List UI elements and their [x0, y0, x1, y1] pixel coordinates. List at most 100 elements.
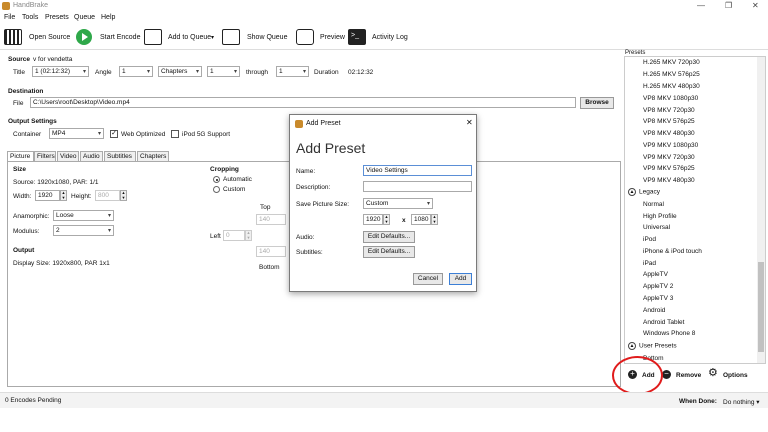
add-to-queue-button[interactable]: Add to Queue — [168, 34, 211, 41]
preset-category-legacy[interactable]: ▲ Legacy — [628, 188, 660, 196]
menu-help[interactable]: Help — [101, 14, 115, 21]
height-input[interactable]: 800 — [95, 190, 120, 201]
tab-audio[interactable]: Audio — [80, 151, 103, 161]
menu-queue[interactable]: Queue — [74, 14, 95, 21]
range-type-dropdown[interactable]: Chapters ▾ — [158, 66, 202, 77]
gear-icon[interactable]: ⚙ — [708, 368, 718, 379]
range-start-dropdown[interactable]: 1 ▾ — [207, 66, 240, 77]
menu-tools[interactable]: Tools — [22, 14, 38, 21]
preset-item[interactable]: VP8 MKV 1080p30 — [643, 95, 698, 102]
picture-width-spinner[interactable]: ▲ ▼ — [383, 214, 390, 225]
preset-category-user[interactable]: ▲ User Presets — [628, 342, 677, 350]
width-input[interactable]: 1920 — [35, 190, 60, 201]
add-to-queue-dropdown-icon[interactable]: ▾ — [211, 34, 214, 41]
dialog-add-button[interactable]: Add — [449, 273, 472, 285]
preset-item[interactable]: Normal — [643, 201, 664, 208]
encodes-pending: 0 Encodes Pending — [5, 397, 62, 404]
cancel-button[interactable]: Cancel — [413, 273, 443, 285]
preset-item[interactable]: Universal — [643, 224, 670, 231]
start-encode-button[interactable]: Start Encode — [100, 34, 140, 41]
container-dropdown[interactable]: MP4 ▾ — [49, 128, 104, 139]
terminal-icon[interactable]: >_ — [348, 29, 366, 45]
audio-edit-defaults-button[interactable]: Edit Defaults... — [363, 231, 415, 243]
preset-item[interactable]: H.265 MKV 576p25 — [643, 71, 700, 78]
title-dropdown[interactable]: 1 (02:12:32) ▾ — [32, 66, 89, 77]
source-resolution: Source: 1920x1080, PAR: 1/1 — [13, 179, 99, 186]
height-spinner[interactable]: ▲ ▼ — [120, 190, 127, 201]
maximize-button[interactable]: ❐ — [725, 1, 732, 10]
preset-item[interactable]: VP9 MKV 1080p30 — [643, 142, 698, 149]
add-to-queue-icon[interactable] — [144, 29, 162, 45]
minimize-button[interactable]: — — [697, 1, 705, 10]
preset-item[interactable]: Windows Phone 8 — [643, 330, 695, 337]
picture-height-spinner[interactable]: ▲ ▼ — [431, 214, 438, 225]
preset-item[interactable]: iPhone & iPod touch — [643, 248, 702, 255]
range-end-dropdown[interactable]: 1 ▾ — [276, 66, 309, 77]
open-source-button[interactable] — [4, 28, 24, 47]
preset-item[interactable]: H.265 MKV 720p30 — [643, 59, 700, 66]
ipod-support-checkbox[interactable] — [171, 130, 179, 138]
width-spinner[interactable]: ▲ ▼ — [60, 190, 67, 201]
show-queue-button[interactable]: Show Queue — [247, 34, 287, 41]
tab-chapters[interactable]: Chapters — [137, 151, 169, 161]
preset-item[interactable]: Android Tablet — [643, 319, 684, 326]
subtitles-edit-defaults-button[interactable]: Edit Defaults... — [363, 246, 415, 258]
preview-button[interactable]: Preview — [320, 34, 345, 41]
dialog-close-icon[interactable]: ✕ — [466, 118, 473, 127]
browse-button[interactable]: Browse — [580, 97, 614, 109]
preset-item[interactable]: iPad — [643, 260, 656, 267]
web-optimized-label: Web Optimized — [121, 131, 166, 138]
ipod-support-label: iPod 5G Support — [182, 131, 231, 138]
crop-left-spinner[interactable]: ▲ ▼ — [245, 230, 252, 241]
picture-height-input[interactable]: 1080 — [411, 214, 431, 225]
preset-item[interactable]: High Profile — [643, 213, 677, 220]
tab-subtitles[interactable]: Subtitles — [104, 151, 136, 161]
presets-scrollbar-thumb[interactable] — [758, 262, 764, 352]
menu-presets[interactable]: Presets — [45, 14, 69, 21]
duration-label: Duration — [314, 69, 339, 76]
save-picture-size-dropdown[interactable]: Custom ▾ — [363, 198, 433, 209]
preset-item[interactable]: iPod — [643, 236, 656, 243]
preset-item[interactable]: VP8 MKV 720p30 — [643, 107, 695, 114]
description-input[interactable] — [363, 181, 472, 192]
presets-list[interactable]: H.265 MKV 720p30 H.265 MKV 576p25 H.265 … — [624, 56, 766, 364]
preset-item[interactable]: H.265 MKV 480p30 — [643, 83, 700, 90]
preset-item[interactable]: VP8 MKV 480p30 — [643, 130, 695, 137]
crop-automatic-radio[interactable] — [213, 176, 220, 183]
options-button[interactable]: Options — [723, 372, 748, 379]
file-path-input[interactable]: C:\Users\root\Desktop\Video.mp4 — [30, 97, 576, 108]
open-source-label[interactable]: Open Source — [29, 34, 70, 41]
crop-bottom-input[interactable]: 140 — [256, 246, 286, 257]
preset-item[interactable]: VP9 MKV 576p25 — [643, 165, 695, 172]
picture-width-input[interactable]: 1920 — [363, 214, 383, 225]
remove-icon[interactable]: − — [662, 370, 671, 379]
toolbar: Open Source Start Encode Add to Queue ▾ … — [0, 26, 768, 50]
crop-custom-radio[interactable] — [213, 186, 220, 193]
status-bar: 0 Encodes Pending When Done: Do nothing … — [0, 392, 768, 408]
tab-filters[interactable]: Filters — [34, 151, 56, 161]
preset-item[interactable]: AppleTV 2 — [643, 283, 673, 290]
menu-file[interactable]: File — [4, 14, 15, 21]
when-done-dropdown[interactable]: Do nothing ▾ — [723, 398, 760, 406]
tv-preview-icon[interactable] — [296, 29, 314, 45]
preset-item[interactable]: Android — [643, 307, 665, 314]
close-button[interactable]: ✕ — [752, 1, 759, 10]
preset-name-input[interactable]: Video Settings — [363, 165, 472, 176]
preset-item[interactable]: VP8 MKV 576p25 — [643, 118, 695, 125]
modulus-dropdown[interactable]: 2 ▾ — [53, 225, 114, 236]
preset-item[interactable]: AppleTV — [643, 271, 668, 278]
crop-top-input[interactable]: 140 — [256, 214, 286, 225]
preset-item[interactable]: VP9 MKV 480p30 — [643, 177, 695, 184]
show-queue-icon[interactable] — [222, 29, 240, 45]
remove-preset-button[interactable]: Remove — [676, 372, 701, 379]
play-icon[interactable] — [76, 29, 92, 45]
angle-dropdown[interactable]: 1 ▾ — [119, 66, 153, 77]
web-optimized-checkbox[interactable]: ✓ — [110, 130, 118, 138]
crop-left-input[interactable]: 0 — [223, 230, 245, 241]
handbrake-logo-icon — [295, 120, 303, 128]
anamorphic-dropdown[interactable]: Loose ▾ — [53, 210, 114, 221]
preset-item[interactable]: AppleTV 3 — [643, 295, 673, 302]
preset-item[interactable]: VP9 MKV 720p30 — [643, 154, 695, 161]
activity-log-button[interactable]: Activity Log — [372, 34, 408, 41]
tab-video[interactable]: Video — [57, 151, 79, 161]
